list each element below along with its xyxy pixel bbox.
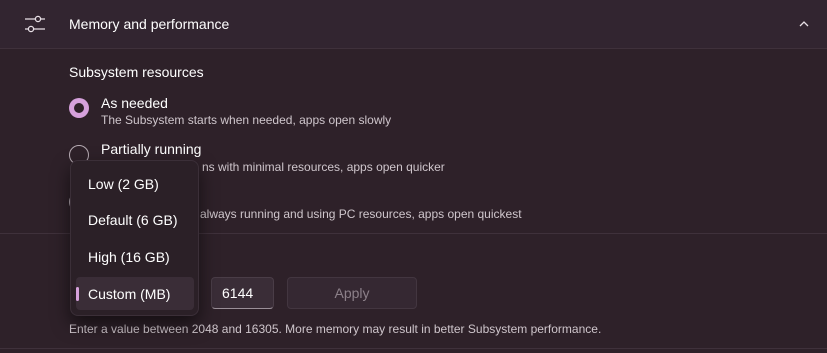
bottom-divider	[0, 348, 827, 349]
section-title: Memory and performance	[69, 16, 230, 32]
chevron-up-icon[interactable]	[797, 17, 811, 31]
sliders-icon	[25, 15, 45, 33]
option-always-running-description: always running and using PC resources, a…	[200, 207, 522, 221]
dropdown-item-low[interactable]: Low (2 GB)	[76, 167, 194, 200]
dropdown-item-label: Custom (MB)	[88, 285, 171, 302]
option-partially-running-title: Partially running	[101, 141, 202, 157]
dropdown-item-label: High (16 GB)	[88, 248, 170, 265]
dropdown-item-default[interactable]: Default (6 GB)	[76, 203, 194, 236]
memory-performance-panel: Memory and performance Subsystem resourc…	[0, 0, 827, 353]
option-as-needed-description: The Subsystem starts when needed, apps o…	[101, 113, 392, 127]
memory-mb-input[interactable]	[211, 277, 274, 309]
memory-size-dropdown[interactable]: Low (2 GB) Default (6 GB) High (16 GB) C…	[70, 160, 199, 316]
radio-as-needed[interactable]	[69, 98, 89, 118]
apply-button[interactable]: Apply	[287, 277, 417, 309]
selection-indicator	[76, 287, 79, 301]
option-partially-running-description: ns with minimal resources, apps open qui…	[202, 160, 445, 174]
dropdown-item-label: Low (2 GB)	[88, 175, 159, 192]
section-header[interactable]: Memory and performance	[0, 0, 827, 49]
dropdown-item-high[interactable]: High (16 GB)	[76, 240, 194, 273]
dropdown-item-label: Default (6 GB)	[88, 211, 178, 228]
memory-hint-text: Enter a value between 2048 and 16305. Mo…	[69, 322, 602, 336]
option-as-needed-title: As needed	[101, 95, 168, 111]
dropdown-item-custom[interactable]: Custom (MB)	[76, 277, 194, 310]
subsystem-resources-label: Subsystem resources	[69, 64, 204, 80]
